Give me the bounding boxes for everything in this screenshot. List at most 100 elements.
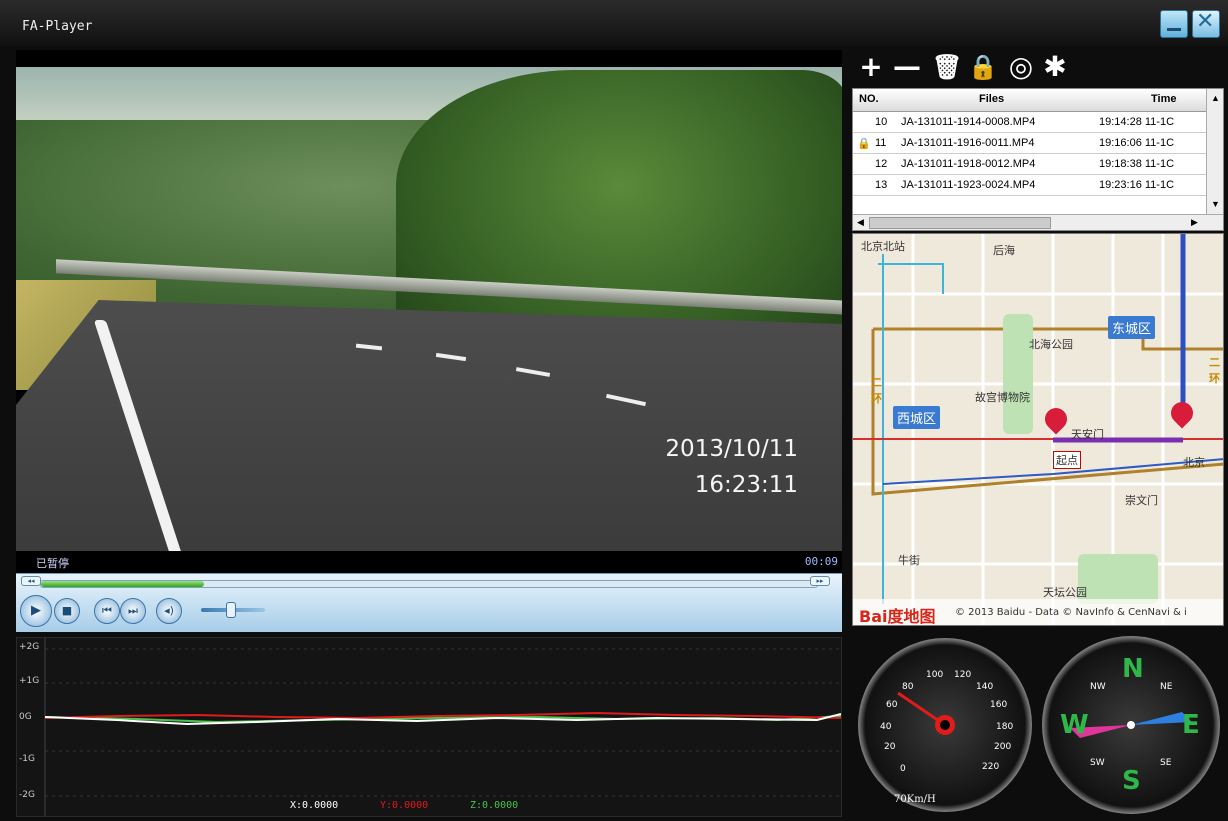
osd-date: 2013/10/11	[665, 436, 798, 462]
axis-label-minus1g: -1G	[19, 754, 35, 764]
file-time: 19:23:16 11-1C	[1099, 179, 1175, 191]
window-title: FA-Player	[22, 19, 93, 34]
close-button[interactable]: ✕	[1192, 9, 1220, 38]
map-district: 东城区	[1108, 316, 1156, 339]
file-list: NO. Files Time 10 JA-131011-1914-0008.MP…	[852, 88, 1224, 231]
seek-bar[interactable]	[40, 580, 818, 588]
file-no: 10	[875, 116, 888, 128]
speed-tick: 40	[880, 722, 892, 732]
scroll-right-icon[interactable]: ▶	[1191, 217, 1198, 228]
file-row[interactable]: 12 JA-131011-1918-0012.MP4 19:18:38 11-1…	[853, 154, 1209, 175]
speed-tick: 20	[884, 742, 896, 752]
map-label: 后海	[993, 244, 1015, 257]
mute-button[interactable]: ◂)	[156, 598, 182, 624]
speed-tick: 220	[982, 762, 1000, 772]
axis-label-plus1g: +1G	[19, 676, 40, 686]
header-files[interactable]: Files	[979, 93, 1004, 105]
map-label: 天安门	[1071, 428, 1104, 441]
stop-button[interactable]: ■	[54, 598, 80, 624]
axis-label-minus2g: -2G	[19, 790, 35, 800]
speed-tick: 100	[926, 670, 944, 680]
scroll-left-icon[interactable]: ◀	[857, 217, 864, 228]
map-ring-label: 二环	[1209, 356, 1220, 385]
file-row[interactable]: 🔒 11 JA-131011-1916-0011.MP4 19:16:06 11…	[853, 133, 1209, 154]
globe-icon[interactable]: ◎	[1006, 52, 1036, 82]
file-name: JA-131011-1916-0011.MP4	[901, 137, 1035, 149]
file-name: JA-131011-1914-0008.MP4	[901, 116, 1036, 128]
title-bar: FA-Player ✕	[0, 0, 1228, 46]
volume-knob[interactable]	[226, 602, 236, 618]
speed-tick: 160	[990, 700, 1008, 710]
remove-icon[interactable]: —	[892, 52, 922, 82]
compass-north: N	[1122, 654, 1144, 684]
map-ring-label: 二环	[871, 376, 882, 405]
file-row[interactable]: 13 JA-131011-1923-0024.MP4 19:23:16 11-1…	[853, 175, 1209, 196]
lock-icon: 🔒	[857, 138, 871, 150]
axis-label-0g: 0G	[19, 712, 32, 722]
video-view[interactable]: 2013/10/11 16:23:11	[16, 50, 842, 585]
file-time: 19:18:38 11-1C	[1099, 158, 1175, 170]
lock-icon[interactable]: 🔒	[968, 52, 998, 82]
osd-time: 16:23:11	[694, 472, 798, 498]
map-start-label: 起点	[1053, 451, 1081, 469]
x-readout: X:0.0000	[290, 800, 339, 811]
file-list-vscroll[interactable]: ▲ ▼	[1206, 89, 1223, 215]
compass: N S E W NE NW SE SW	[1042, 636, 1220, 814]
file-name: JA-131011-1923-0024.MP4	[901, 179, 1036, 191]
map-park	[1003, 314, 1033, 434]
g-sensor-plot	[44, 638, 841, 816]
file-row[interactable]: 10 JA-131011-1914-0008.MP4 19:14:28 11-1…	[853, 112, 1209, 133]
z-readout: Z:0.0000	[470, 800, 519, 811]
add-icon[interactable]: +	[856, 52, 886, 82]
compass-nw: NW	[1090, 682, 1106, 692]
compass-east: E	[1182, 710, 1200, 740]
speed-tick: 0	[900, 764, 906, 774]
file-time: 19:14:28 11-1C	[1099, 116, 1175, 128]
speaker-icon: ◂)	[164, 604, 174, 617]
scroll-up-icon[interactable]: ▲	[1211, 93, 1220, 103]
seek-progress	[41, 581, 204, 587]
compass-se: SE	[1160, 758, 1172, 768]
elapsed-time: 00:09	[804, 555, 838, 568]
speed-tick: 200	[994, 742, 1012, 752]
stop-icon: ■	[61, 604, 73, 617]
player-controls: ◂◂ ▸▸ ▶ ■ ⏮ ⏭ ◂)	[16, 573, 842, 632]
y-readout: Y:0.0000	[380, 800, 429, 811]
header-no[interactable]: NO.	[859, 93, 879, 105]
play-icon: ▶	[31, 603, 41, 618]
seek-back-icon[interactable]: ◂◂	[21, 576, 41, 586]
map-view[interactable]: 北京北站 后海 东城区 北海公园 故宫博物院 西城区 天安门 起点 北京 崇文门…	[852, 233, 1224, 626]
play-button[interactable]: ▶	[20, 595, 52, 627]
seek-forward-icon[interactable]: ▸▸	[810, 576, 830, 586]
playback-status: 已暂停	[36, 557, 69, 570]
map-footer: Bai度地图 © 2013 Baidu - Data © NavInfo & C…	[853, 599, 1223, 625]
map-label: 崇文门	[1125, 494, 1158, 507]
compass-south: S	[1122, 766, 1141, 796]
close-icon: ✕	[1196, 9, 1215, 34]
compass-sw: SW	[1090, 758, 1105, 768]
file-no: 12	[875, 158, 888, 170]
settings-icon[interactable]: ✱	[1040, 52, 1070, 82]
axis-label-plus2g: +2G	[19, 642, 40, 652]
file-time: 19:16:06 11-1C	[1099, 137, 1175, 149]
player-status-bar: 已暂停 00:09	[16, 551, 842, 573]
speed-tick: 60	[886, 700, 898, 710]
next-icon: ⏭	[128, 604, 138, 617]
file-no: 11	[875, 137, 887, 149]
file-list-hscroll[interactable]: ◀ ▶	[853, 214, 1223, 230]
header-time[interactable]: Time	[1151, 93, 1176, 105]
compass-ne: NE	[1160, 682, 1173, 692]
file-toolbar: + — 🗑 🔒 ◎ ✱	[852, 50, 1224, 88]
delete-icon[interactable]: 🗑	[932, 52, 962, 82]
file-list-header: NO. Files Time	[853, 89, 1209, 112]
map-label: 北海公园	[1029, 338, 1073, 351]
next-button[interactable]: ⏭	[120, 598, 146, 624]
speedometer: 20 40 60 80 100 120 140 160 180 200 220 …	[858, 638, 1032, 812]
map-label: 北京北站	[861, 240, 905, 253]
previous-button[interactable]: ⏮	[94, 598, 120, 624]
scroll-down-icon[interactable]: ▼	[1211, 199, 1220, 209]
minimize-button[interactable]	[1160, 10, 1188, 38]
hscroll-thumb[interactable]	[869, 217, 1051, 229]
map-label: 北京	[1183, 456, 1205, 469]
gauge-panel: 20 40 60 80 100 120 140 160 180 200 220 …	[852, 630, 1224, 817]
